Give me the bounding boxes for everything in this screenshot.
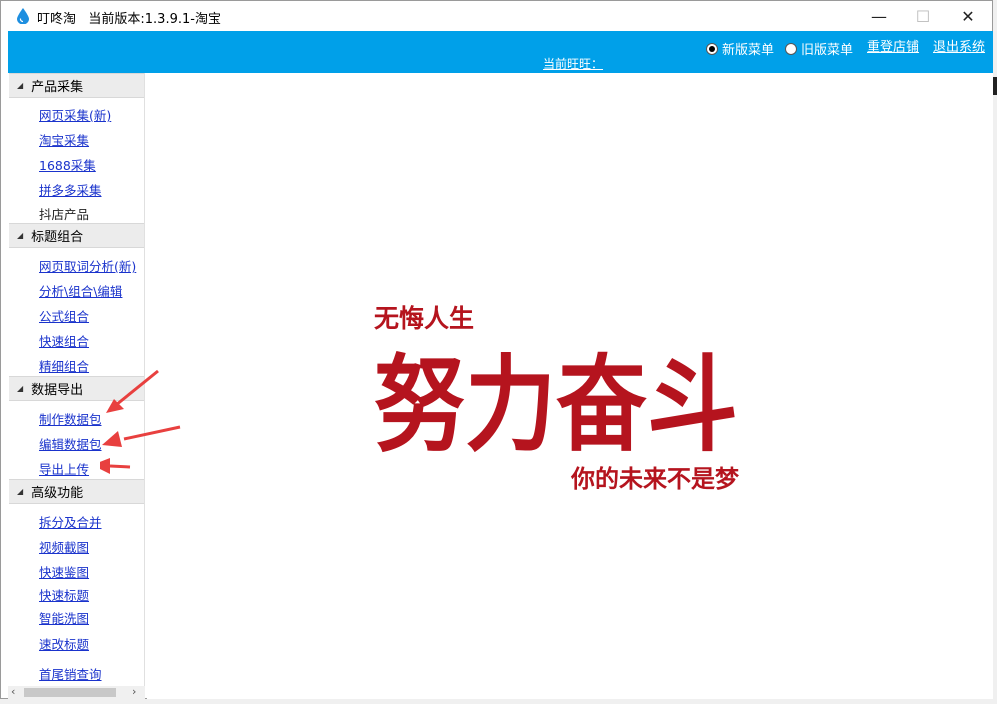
sidebar-item-quick-combine[interactable]: 快速组合 <box>39 331 89 350</box>
sidebar-item-fine-combine[interactable]: 精细组合 <box>39 356 89 375</box>
group-title: 数据导出 <box>31 383 84 398</box>
relogin-store-link[interactable]: 重登店铺 <box>867 36 919 55</box>
group-title: 标题组合 <box>31 230 84 245</box>
poster-main-text: 努力奋斗 <box>374 348 738 464</box>
sidebar-item-web-keyword-analysis[interactable]: 网页取词分析(新) <box>39 256 136 275</box>
sidebar-item-1688-collect[interactable]: 1688采集 <box>39 155 96 174</box>
red-arrow-annotations <box>100 369 181 474</box>
collapse-triangle-icon: ◢ <box>17 384 24 393</box>
collapse-triangle-icon: ◢ <box>17 231 24 240</box>
poster-top-text: 无悔人生 <box>374 304 474 333</box>
main-content: 无悔人生 努力奋斗 你的未来不是梦 <box>147 73 993 699</box>
radio-old-menu-label: 旧版菜单 <box>801 43 854 58</box>
app-window: 叮咚淘 当前版本:1.3.9.1-淘宝 — ☐ ✕ 新版菜单 旧版菜单 重登店铺… <box>0 0 993 699</box>
sidebar-item-taobao-collect[interactable]: 淘宝采集 <box>39 130 89 149</box>
group-title: 高级功能 <box>31 486 84 501</box>
sidebar-item-quick-title[interactable]: 快速标题 <box>39 585 89 604</box>
scroll-right-icon[interactable]: › <box>132 685 136 698</box>
scrollbar-thumb[interactable] <box>24 688 116 697</box>
sidebar-item-pdd-collect[interactable]: 拼多多采集 <box>39 180 102 199</box>
background-window-edge <box>993 77 997 95</box>
arrow-head <box>102 431 122 447</box>
sidebar-item-quick-title-edit[interactable]: 速改标题 <box>39 634 89 653</box>
scroll-left-icon[interactable]: ‹ <box>11 685 15 698</box>
sidebar-item-web-collect[interactable]: 网页采集(新) <box>39 105 111 124</box>
radio-unchecked-icon <box>785 42 797 55</box>
group-header-product-collect[interactable]: ◢ 产品采集 <box>9 73 144 98</box>
current-wangwang-link[interactable]: 当前旺旺： <box>543 55 603 72</box>
water-drop-icon <box>17 8 29 24</box>
radio-new-menu-label: 新版菜单 <box>722 43 775 58</box>
poster-image: 无悔人生 努力奋斗 你的未来不是梦 <box>374 304 740 493</box>
sidebar-item-edit-datapack[interactable]: 编辑数据包 <box>39 434 102 453</box>
sidebar-item-douyin-products[interactable]: 抖店产品 <box>39 204 89 223</box>
sidebar-item-sales-query[interactable]: 首尾销查询 <box>39 664 102 683</box>
close-button[interactable]: ✕ <box>945 3 991 29</box>
window-title: 叮咚淘 当前版本:1.3.9.1-淘宝 <box>37 12 221 27</box>
title-bar: 叮咚淘 当前版本:1.3.9.1-淘宝 — ☐ ✕ <box>1 1 992 31</box>
collapse-triangle-icon: ◢ <box>17 487 24 496</box>
maximize-button[interactable]: ☐ <box>900 3 946 29</box>
minimize-button[interactable]: — <box>856 3 902 29</box>
radio-checked-icon <box>706 42 718 55</box>
radio-old-menu[interactable]: 旧版菜单 <box>785 39 853 58</box>
sidebar-item-formula-combine[interactable]: 公式组合 <box>39 306 89 325</box>
group-title: 产品采集 <box>31 80 84 95</box>
collapse-triangle-icon: ◢ <box>17 81 24 90</box>
top-bar: 新版菜单 旧版菜单 重登店铺 退出系统 当前旺旺： <box>8 31 993 73</box>
sidebar-item-split-merge[interactable]: 拆分及合并 <box>39 512 102 531</box>
sidebar-horizontal-scrollbar[interactable]: ‹ › <box>8 685 145 699</box>
radio-new-menu[interactable]: 新版菜单 <box>706 39 774 58</box>
sidebar-item-export-upload[interactable]: 导出上传 <box>39 459 89 478</box>
group-header-title-combine[interactable]: ◢ 标题组合 <box>9 223 144 248</box>
sidebar-item-quick-image-check[interactable]: 快速鉴图 <box>39 562 89 581</box>
group-header-advanced[interactable]: ◢ 高级功能 <box>9 479 144 504</box>
poster-bottom-text: 你的未来不是梦 <box>570 465 740 493</box>
sidebar-item-video-screenshot[interactable]: 视频截图 <box>39 537 89 556</box>
sidebar-item-make-datapack[interactable]: 制作数据包 <box>39 409 102 428</box>
logout-link[interactable]: 退出系统 <box>933 36 985 55</box>
sidebar-item-smart-image-clean[interactable]: 智能洗图 <box>39 608 89 627</box>
arrow-head <box>100 458 110 474</box>
sidebar-item-analyze-combine-edit[interactable]: 分析\组合\编辑 <box>39 281 122 300</box>
